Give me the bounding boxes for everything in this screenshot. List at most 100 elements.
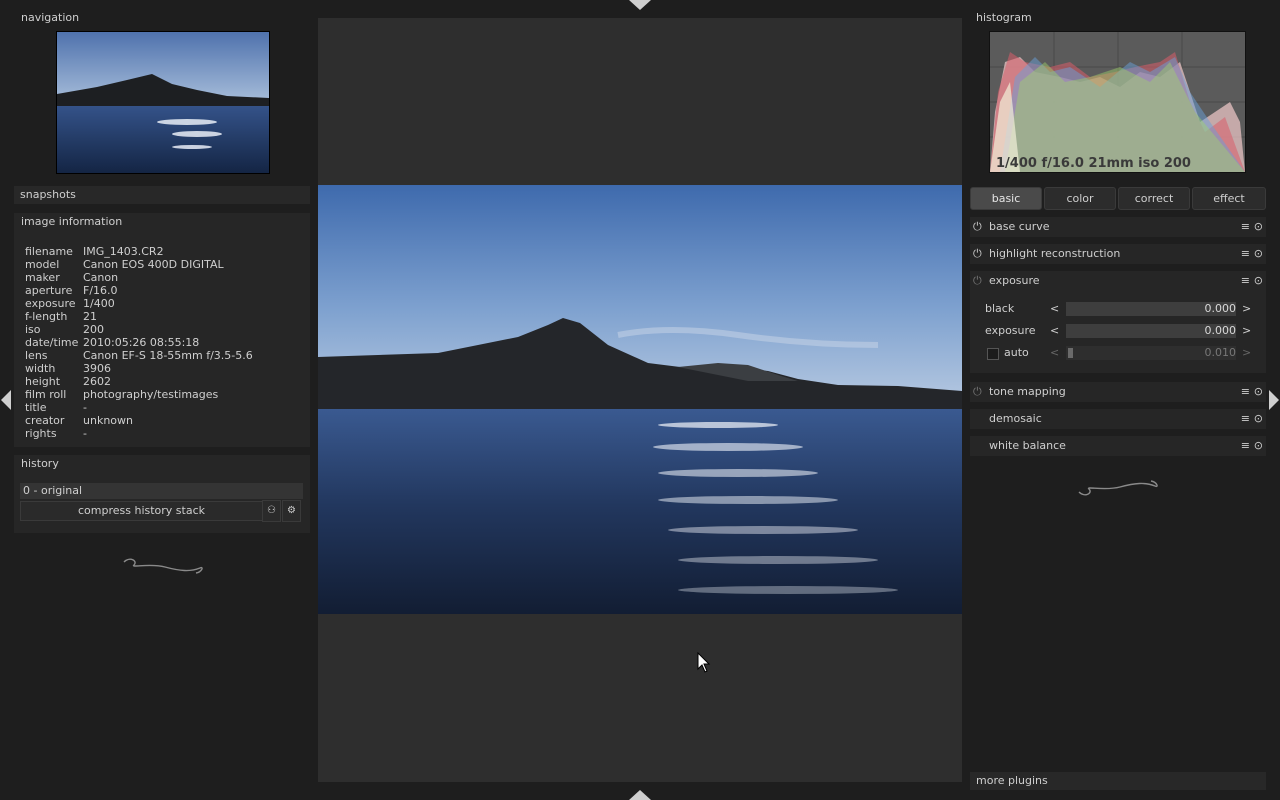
module-label: demosaic xyxy=(989,412,1042,425)
info-row-height: height 2602 xyxy=(25,375,253,388)
module-label: tone mapping xyxy=(989,385,1066,398)
info-key: f-length xyxy=(25,310,68,323)
info-row-date-time: date/time 2010:05:26 08:55:18 xyxy=(25,336,253,349)
tab-basic[interactable]: basic xyxy=(970,187,1042,210)
bottom-panel-toggle-icon[interactable] xyxy=(629,790,651,800)
presets-menu-icon[interactable]: ≡ xyxy=(1241,271,1250,291)
slider-value: 0.010 xyxy=(1204,346,1237,359)
auto-checkbox[interactable] xyxy=(987,348,999,360)
info-row-width: width 3906 xyxy=(25,362,253,375)
power-icon[interactable]: ⏻ xyxy=(973,217,982,237)
main-image[interactable] xyxy=(318,185,962,614)
info-value: Canon EF-S 18-55mm f/3.5-5.6 xyxy=(83,349,253,362)
module-label: base curve xyxy=(989,220,1050,233)
copy-history-icon[interactable]: ⚙ xyxy=(282,500,301,522)
info-value: Canon EOS 400D DIGITAL xyxy=(83,258,224,271)
info-value: 200 xyxy=(83,323,104,336)
create-style-icon[interactable]: ⚇ xyxy=(262,500,281,522)
tab-color[interactable]: color xyxy=(1044,187,1116,210)
info-value: 3906 xyxy=(83,362,111,375)
power-icon[interactable]: ⏻ xyxy=(973,271,982,291)
reset-icon[interactable]: ⊙ xyxy=(1254,217,1263,237)
decrement-icon[interactable]: < xyxy=(1050,343,1059,363)
tab-correct[interactable]: correct xyxy=(1118,187,1190,210)
module-white-balance[interactable]: white balance ≡ ⊙ xyxy=(970,436,1266,456)
presets-menu-icon[interactable]: ≡ xyxy=(1241,244,1250,264)
slider-value: 0.000 xyxy=(1204,302,1237,315)
tab-effect[interactable]: effect xyxy=(1192,187,1266,210)
info-key: lens xyxy=(25,349,48,362)
image-information-section: image information filename IMG_1403.CR2mo… xyxy=(14,213,310,447)
module-demosaic[interactable]: demosaic ≡ ⊙ xyxy=(970,409,1266,429)
info-value: 2602 xyxy=(83,375,111,388)
increment-icon[interactable]: > xyxy=(1242,299,1251,319)
reset-icon[interactable]: ⊙ xyxy=(1254,409,1263,429)
right-panel-toggle-icon[interactable] xyxy=(1269,390,1279,410)
info-key: rights xyxy=(25,427,57,440)
module-label: white balance xyxy=(989,439,1066,452)
info-row-exposure: exposure 1/400 xyxy=(25,297,253,310)
reset-icon[interactable]: ⊙ xyxy=(1254,436,1263,456)
info-value: - xyxy=(83,427,87,440)
reset-icon[interactable]: ⊙ xyxy=(1254,271,1263,291)
presets-menu-icon[interactable]: ≡ xyxy=(1241,382,1250,402)
slider-handle[interactable] xyxy=(1068,348,1073,358)
exposure-slider[interactable]: exposure < 0.000 > xyxy=(970,321,1266,341)
reset-icon[interactable]: ⊙ xyxy=(1254,244,1263,264)
navigation-thumbnail[interactable] xyxy=(56,31,270,174)
slider-value: 0.000 xyxy=(1204,324,1237,337)
history-item-original[interactable]: 0 - original xyxy=(20,483,303,499)
info-key: creator xyxy=(25,414,65,427)
more-plugins-section[interactable]: more plugins xyxy=(970,772,1266,790)
left-panel-toggle-icon[interactable] xyxy=(1,390,11,410)
info-key: maker xyxy=(25,271,60,284)
histogram-title: histogram xyxy=(976,11,1032,24)
increment-icon[interactable]: > xyxy=(1242,343,1251,363)
info-key: model xyxy=(25,258,60,271)
presets-menu-icon[interactable]: ≡ xyxy=(1241,217,1250,237)
image-information-title: image information xyxy=(21,215,123,228)
module-base-curve[interactable]: ⏻ base curve ≡ ⊙ xyxy=(970,217,1266,237)
info-key: filename xyxy=(25,245,73,258)
snapshots-section[interactable]: snapshots xyxy=(14,186,310,204)
power-icon[interactable]: ⏻ xyxy=(973,382,982,402)
module-highlight-reconstruction[interactable]: ⏻ highlight reconstruction ≡ ⊙ xyxy=(970,244,1266,264)
presets-menu-icon[interactable]: ≡ xyxy=(1241,436,1250,456)
module-exposure[interactable]: ⏻ exposure ≡ ⊙ xyxy=(970,271,1266,291)
info-row-iso: iso 200 xyxy=(25,323,253,336)
info-row-f-length: f-length 21 xyxy=(25,310,253,323)
top-panel-toggle-icon[interactable] xyxy=(629,0,651,10)
info-row-creator: creator unknown xyxy=(25,414,253,427)
info-row-lens: lens Canon EF-S 18-55mm f/3.5-5.6 xyxy=(25,349,253,362)
reset-icon[interactable]: ⊙ xyxy=(1254,382,1263,402)
compress-history-button[interactable]: compress history stack xyxy=(20,501,263,521)
mouse-cursor-icon xyxy=(697,652,711,673)
info-value: unknown xyxy=(83,414,133,427)
info-key: title xyxy=(25,401,47,414)
info-value: 1/400 xyxy=(83,297,115,310)
module-tone-mapping[interactable]: ⏻ tone mapping ≡ ⊙ xyxy=(970,382,1266,402)
info-key: exposure xyxy=(25,297,76,310)
decrement-icon[interactable]: < xyxy=(1050,299,1059,319)
info-row-rights: rights - xyxy=(25,427,253,440)
info-row-aperture: aperture F/16.0 xyxy=(25,284,253,297)
info-value: - xyxy=(83,401,87,414)
increment-icon[interactable]: > xyxy=(1242,321,1251,341)
module-label: exposure xyxy=(989,274,1040,287)
info-row-film-roll: film roll photography/testimages xyxy=(25,388,253,401)
presets-menu-icon[interactable]: ≡ xyxy=(1241,409,1250,429)
info-key: film roll xyxy=(25,388,67,401)
auto-slider[interactable]: auto < 0.010 > xyxy=(970,343,1266,363)
info-value: Canon xyxy=(83,271,119,284)
snapshots-title: snapshots xyxy=(20,188,76,201)
info-key: aperture xyxy=(25,284,73,297)
info-value: 21 xyxy=(83,310,97,323)
image-information-list: filename IMG_1403.CR2model Canon EOS 400D … xyxy=(25,245,253,440)
power-icon[interactable]: ⏻ xyxy=(973,244,982,264)
history-title: history xyxy=(21,457,59,470)
black-slider[interactable]: black < 0.000 > xyxy=(970,299,1266,319)
slider-label: black xyxy=(985,302,1015,315)
decrement-icon[interactable]: < xyxy=(1050,321,1059,341)
info-value: IMG_1403.CR2 xyxy=(83,245,164,258)
histogram[interactable]: 1/400 f/16.0 21mm iso 200 xyxy=(989,31,1246,173)
